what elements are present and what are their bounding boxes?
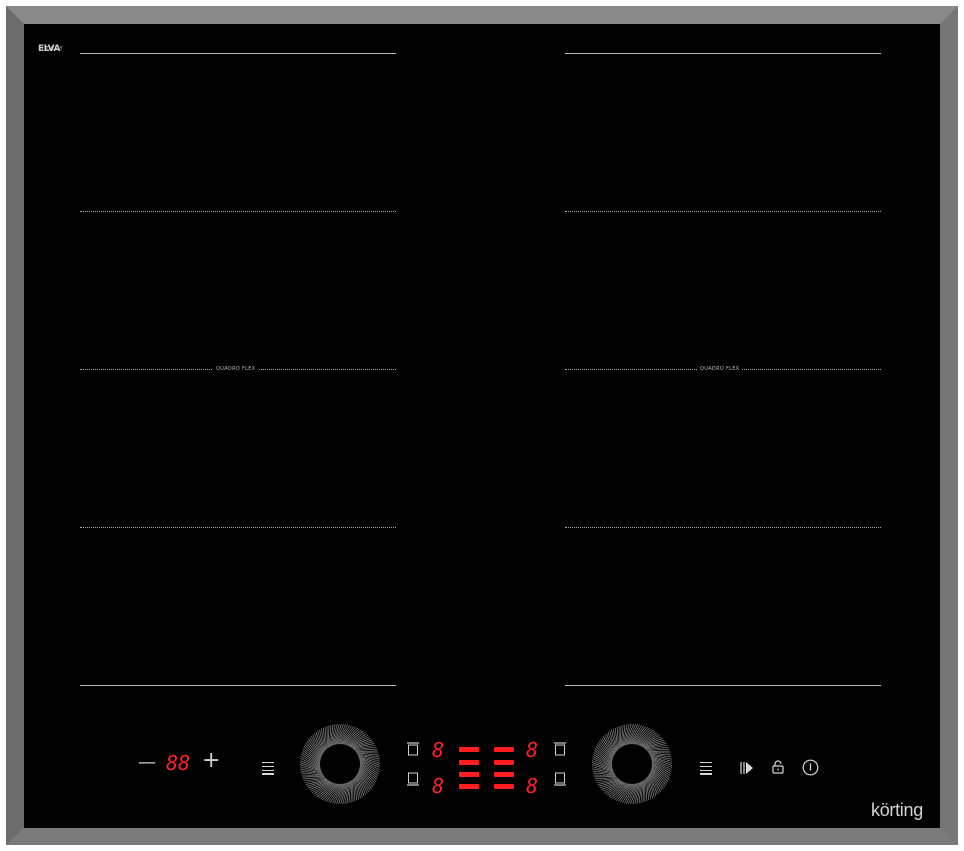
level-bar-right-3 xyxy=(494,772,514,777)
right-zone-bottom-edge xyxy=(565,685,881,686)
zone-indicator-bottom-right-icon xyxy=(554,772,566,786)
boost-icon[interactable] xyxy=(740,761,754,775)
level-bar-left-2 xyxy=(459,760,479,765)
left-zone-top-edge xyxy=(80,53,396,54)
zone-display-bottom-right: 8 xyxy=(526,774,539,798)
zone-indicator-top-right-icon xyxy=(554,742,566,756)
left-zone-divider-3 xyxy=(80,527,396,528)
right-zone-divider-3 xyxy=(565,527,881,528)
right-menu-icon[interactable] xyxy=(700,762,712,777)
level-bar-right-1 xyxy=(494,747,514,752)
level-bar-left-4 xyxy=(459,784,479,789)
level-bar-right-4 xyxy=(494,784,514,789)
timer-display: 88 xyxy=(166,751,191,775)
zone-display-bottom-left: 8 xyxy=(432,774,445,798)
level-bar-left-1 xyxy=(459,747,479,752)
right-zone-top-edge xyxy=(565,53,881,54)
zone-display-top-right: 8 xyxy=(526,738,539,762)
right-zone-label: QUADRO FLEX xyxy=(697,366,743,372)
maker-logo-subtitle: ITALY xyxy=(42,46,65,52)
timer-plus-button[interactable]: + xyxy=(202,748,220,773)
level-bar-left-3 xyxy=(459,772,479,777)
right-zone-divider-1 xyxy=(565,211,881,212)
glass-surface: ELVA ITALY QUADRO FLEX QUADRO FLEX — 88 … xyxy=(24,24,940,828)
zone-indicator-top-left-icon xyxy=(407,742,419,756)
maker-logo: ELVA ITALY xyxy=(38,36,63,55)
brand-logo: körting xyxy=(871,800,923,820)
level-bar-right-2 xyxy=(494,760,514,765)
left-menu-icon[interactable] xyxy=(262,762,274,777)
power-icon[interactable] xyxy=(802,759,819,776)
left-zone-label: QUADRO FLEX xyxy=(213,366,259,372)
right-slider-ring-icon[interactable] xyxy=(591,723,673,805)
lock-icon[interactable] xyxy=(771,760,785,774)
timer-minus-button[interactable]: — xyxy=(138,752,156,773)
left-zone-divider-1 xyxy=(80,211,396,212)
hob-frame: ELVA ITALY QUADRO FLEX QUADRO FLEX — 88 … xyxy=(6,6,958,845)
zone-indicator-bottom-left-icon xyxy=(407,772,419,786)
zone-display-top-left: 8 xyxy=(432,738,445,762)
left-zone-bottom-edge xyxy=(80,685,396,686)
left-slider-ring-icon[interactable] xyxy=(299,723,381,805)
